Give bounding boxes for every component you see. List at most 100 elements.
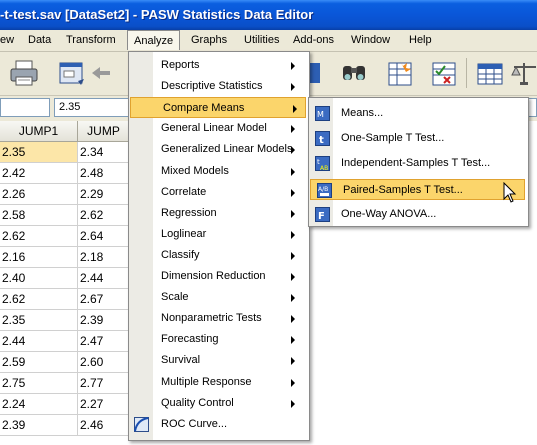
grid-cell[interactable]: 2.26 — [0, 184, 78, 205]
grid-cell[interactable]: 2.39 — [78, 310, 130, 331]
grid-cell[interactable]: 2.35 — [0, 142, 78, 163]
menu-graphs[interactable]: Graphs — [191, 30, 227, 51]
grid-cell[interactable]: 2.75 — [0, 373, 78, 394]
menu-view[interactable]: ew — [0, 30, 14, 51]
find-icon[interactable] — [338, 57, 370, 89]
analyze-menu-item[interactable]: Compare Means — [130, 97, 306, 118]
analyze-menu-item[interactable]: Dimension Reduction — [129, 266, 307, 287]
print-icon[interactable] — [8, 57, 40, 89]
grid-cell[interactable]: 2.46 — [78, 415, 130, 436]
t-test-icon: t — [315, 131, 330, 146]
grid-cell[interactable]: 2.35 — [0, 310, 78, 331]
grid-cell[interactable]: 2.44 — [0, 331, 78, 352]
analyze-menu-item[interactable]: Mixed Models — [129, 161, 307, 182]
grid-cell[interactable]: 2.39 — [0, 415, 78, 436]
menu-help[interactable]: Help — [409, 30, 432, 51]
menu-item-label: Loglinear — [161, 228, 207, 240]
menu-analyze[interactable]: Analyze — [127, 30, 181, 50]
menu-item-label: Multiple Response — [161, 376, 252, 388]
menu-utilities[interactable]: Utilities — [244, 30, 279, 51]
grid-cell[interactable]: 2.16 — [0, 247, 78, 268]
title-bar: -t-test.sav [DataSet2] - PASW Statistics… — [0, 0, 537, 30]
grid-cell[interactable]: 2.59 — [0, 352, 78, 373]
paired-t-icon: A/B — [317, 183, 332, 198]
analyze-menu-item[interactable]: Scale — [129, 287, 307, 308]
analyze-menu-item[interactable]: Survival — [129, 350, 307, 371]
grid-cell[interactable]: 2.64 — [78, 226, 130, 247]
analyze-menu-item[interactable]: Regression — [129, 203, 307, 224]
compare-means-item[interactable]: t One-Sample T Test... — [309, 128, 526, 149]
analyze-menu-item[interactable]: Generalized Linear Models — [129, 139, 307, 160]
grid-cell[interactable]: 2.62 — [78, 205, 130, 226]
menu-item-label: Mixed Models — [161, 165, 229, 177]
scales-icon[interactable] — [510, 57, 537, 89]
menu-add-ons[interactable]: Add-ons — [293, 30, 334, 51]
submenu-arrow-icon — [291, 210, 295, 218]
submenu-arrow-icon — [291, 252, 295, 260]
analyze-menu-item[interactable]: Loglinear — [129, 224, 307, 245]
analyze-menu-item[interactable]: Descriptive Statistics — [129, 76, 307, 97]
menu-item-label: Quality Control — [161, 397, 234, 409]
menu-item-label: Correlate — [161, 186, 207, 198]
toolbar-separator — [466, 58, 467, 88]
grid-cell[interactable]: 2.44 — [78, 268, 130, 289]
menu-data[interactable]: Data — [28, 30, 51, 51]
variables-icon[interactable] — [306, 57, 338, 89]
grid-cell[interactable]: 2.29 — [78, 184, 130, 205]
compare-means-item[interactable]: F One-Way ANOVA... — [309, 204, 526, 225]
grid-cell[interactable]: 2.47 — [78, 331, 130, 352]
compare-means-item[interactable]: t AB Independent-Samples T Test... — [309, 153, 526, 174]
column-header-jump1[interactable]: JUMP1 — [0, 121, 78, 142]
submenu-arrow-icon — [291, 336, 295, 344]
analyze-menu-item[interactable]: ROC Curve... — [129, 414, 307, 435]
grid-cell[interactable]: 2.62 — [0, 289, 78, 310]
compare-means-item[interactable]: A/B Paired-Samples T Test... — [310, 179, 525, 200]
analyze-menu-item[interactable]: Forecasting — [129, 329, 307, 350]
insert-cases-icon[interactable] — [384, 57, 416, 89]
dialog-recall-icon[interactable] — [56, 57, 88, 89]
grid-cell[interactable]: 2.77 — [78, 373, 130, 394]
analyze-menu-item[interactable]: Quality Control — [129, 393, 307, 414]
svg-text:AB: AB — [320, 165, 328, 171]
grid-cell[interactable]: 2.18 — [78, 247, 130, 268]
grid-cell[interactable]: 2.24 — [0, 394, 78, 415]
column-header-jump2[interactable]: JUMP — [78, 121, 130, 142]
analyze-menu-item[interactable]: Multiple Response — [129, 372, 307, 393]
menu-item-label: Descriptive Statistics — [161, 80, 263, 92]
menu-item-label: Generalized Linear Models — [161, 143, 293, 155]
grid-cell[interactable]: 2.67 — [78, 289, 130, 310]
submenu-arrow-icon — [291, 379, 295, 387]
submenu-arrow-icon — [291, 62, 295, 70]
cell-reference-box[interactable] — [0, 98, 50, 117]
analyze-menu-item[interactable]: Reports — [129, 55, 307, 76]
grid-cell[interactable]: 2.34 — [78, 142, 130, 163]
submenu-arrow-icon — [291, 400, 295, 408]
select-cases-icon[interactable] — [428, 57, 460, 89]
undo-icon[interactable] — [88, 57, 126, 89]
analyze-menu-item[interactable]: Nonparametric Tests — [129, 308, 307, 329]
menu-item-label: One-Way ANOVA... — [341, 208, 437, 220]
analyze-menu-item[interactable]: General Linear Model — [129, 118, 307, 139]
grid-cell[interactable]: 2.27 — [78, 394, 130, 415]
grid-cell[interactable]: 2.60 — [78, 352, 130, 373]
menu-transform[interactable]: Transform — [66, 30, 116, 51]
grid-cell[interactable]: 2.58 — [0, 205, 78, 226]
window-title: -t-test.sav [DataSet2] - PASW Statistics… — [0, 7, 314, 22]
grid-cell[interactable]: 2.62 — [0, 226, 78, 247]
menu-item-label: Paired-Samples T Test... — [343, 184, 463, 196]
submenu-arrow-icon — [291, 294, 295, 302]
submenu-arrow-icon — [291, 83, 295, 91]
menu-item-label: Classify — [161, 249, 200, 261]
svg-text:t: t — [319, 135, 324, 146]
submenu-arrow-icon — [291, 189, 295, 197]
compare-means-item[interactable]: M Means... — [309, 103, 526, 124]
menu-bar: ew Data Transform Analyze Graphs Utiliti… — [0, 30, 537, 52]
analyze-menu-item[interactable]: Correlate — [129, 182, 307, 203]
grid-cell[interactable]: 2.48 — [78, 163, 130, 184]
analyze-menu-item[interactable]: Classify — [129, 245, 307, 266]
independent-t-icon: t AB — [315, 156, 330, 172]
menu-window[interactable]: Window — [351, 30, 390, 51]
value-labels-icon[interactable] — [474, 57, 506, 89]
grid-cell[interactable]: 2.40 — [0, 268, 78, 289]
grid-cell[interactable]: 2.42 — [0, 163, 78, 184]
